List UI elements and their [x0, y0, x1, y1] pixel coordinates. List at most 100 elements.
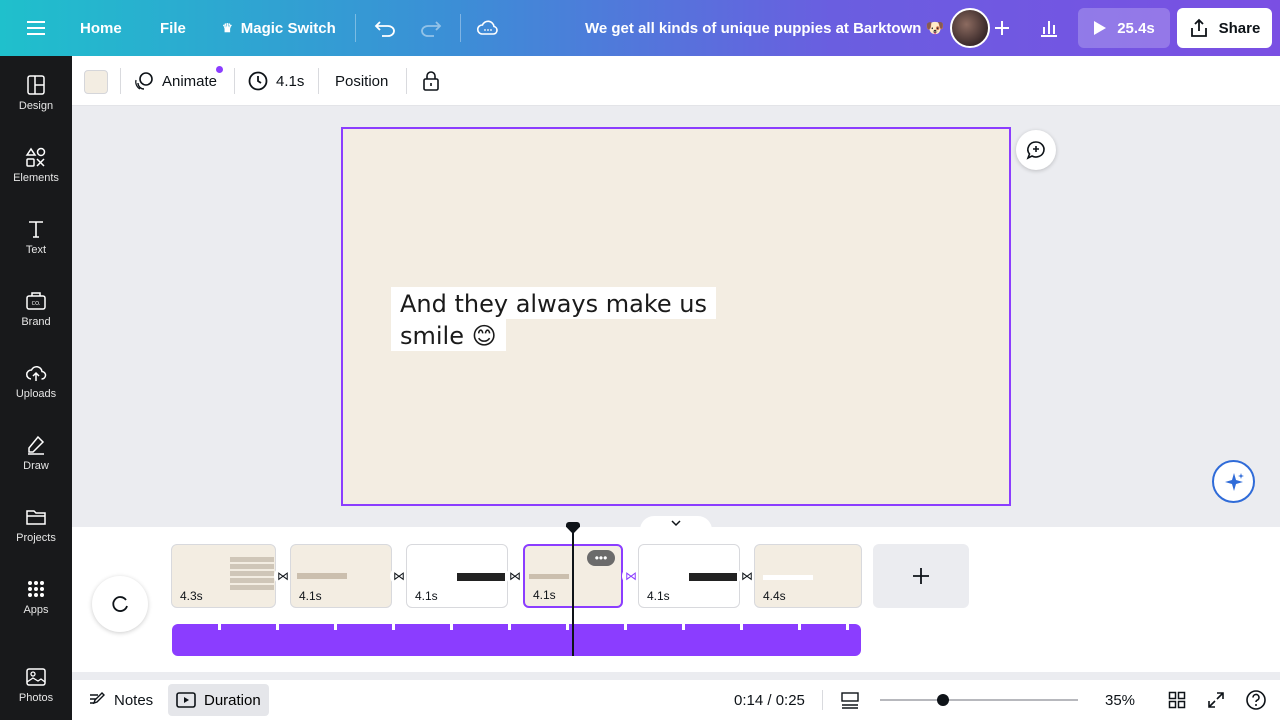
transition-icon: ⋈: [741, 569, 753, 583]
timeline-clip[interactable]: 4.1s: [290, 544, 392, 608]
magic-switch-label: Magic Switch: [240, 19, 336, 37]
help-icon: [1246, 690, 1266, 710]
clip-thumbnail: [529, 574, 569, 579]
duration-button[interactable]: Duration: [168, 684, 269, 716]
add-collaborator-button[interactable]: [984, 10, 1020, 46]
audio-marker: [846, 624, 849, 630]
insights-button[interactable]: [1031, 10, 1067, 46]
add-page-button[interactable]: [873, 544, 969, 608]
divider: [120, 68, 121, 94]
audio-marker: [798, 624, 801, 630]
audio-marker: [624, 624, 627, 630]
transition-icon: ⋈: [393, 569, 405, 583]
clip-duration: 4.4s: [763, 589, 786, 603]
playhead[interactable]: [572, 528, 574, 656]
help-button[interactable]: [1245, 680, 1267, 720]
apps-icon: [28, 581, 44, 597]
lock-button[interactable]: [422, 56, 440, 106]
plus-icon: [913, 568, 929, 584]
design-title[interactable]: We get all kinds of unique puppies at Ba…: [585, 0, 944, 56]
cloud-save-button[interactable]: [470, 10, 506, 46]
share-button[interactable]: Share: [1177, 8, 1272, 48]
expand-icon: [1208, 692, 1224, 708]
sidebar-item-elements[interactable]: Elements: [0, 133, 72, 197]
comment-icon: [1026, 141, 1045, 160]
animate-icon: [135, 72, 153, 90]
timeline-clip[interactable]: 4.1s: [406, 544, 508, 608]
audio-track[interactable]: [172, 624, 861, 656]
background-color-swatch[interactable]: [84, 70, 108, 94]
bar-chart-icon: [1041, 21, 1057, 37]
play-button[interactable]: 25.4s: [1078, 8, 1170, 48]
bottom-bar: Notes Duration 0:14 / 0:25 35%: [72, 680, 1280, 720]
menu-button[interactable]: [22, 0, 50, 56]
text-line-1: And they always make us: [391, 287, 716, 319]
zoom-level[interactable]: 35%: [1105, 680, 1135, 720]
clip-duration: 4.1s: [647, 589, 670, 603]
playback-time: 0:14 / 0:25: [734, 691, 805, 709]
clip-thumbnail: [689, 573, 737, 581]
sidebar-item-label: Apps: [23, 604, 49, 616]
zoom-slider-track[interactable]: [880, 699, 1078, 701]
cloud-icon: [476, 20, 498, 35]
clock-icon: [248, 71, 268, 91]
magic-assistant-button[interactable]: [1212, 460, 1255, 503]
audio-marker: [566, 624, 569, 630]
collapse-timeline-button[interactable]: [640, 516, 712, 530]
grid-icon: [1168, 691, 1186, 709]
grid-view-button[interactable]: [1168, 680, 1186, 720]
clip-thumbnail: [297, 573, 347, 579]
sidebar-item-projects[interactable]: Projects: [0, 493, 72, 557]
plus-icon: [995, 21, 1009, 35]
timeline-clip[interactable]: 4.1s: [638, 544, 740, 608]
fullscreen-button[interactable]: [1207, 680, 1225, 720]
undo-button[interactable]: [367, 10, 403, 46]
sidebar-item-brand[interactable]: CO. Brand: [0, 277, 72, 341]
clip-more-button[interactable]: •••: [587, 550, 615, 566]
audio-marker: [276, 624, 279, 630]
transition-icon: ⋈: [509, 569, 521, 583]
play-box-icon: [176, 692, 196, 708]
animate-button[interactable]: Animate: [134, 56, 217, 106]
divider: [234, 68, 235, 94]
divider: [406, 68, 407, 94]
layout-toggle-button[interactable]: [840, 680, 860, 720]
notes-label: Notes: [114, 691, 154, 709]
sidebar-item-design[interactable]: Design: [0, 61, 72, 125]
add-comment-button[interactable]: [1016, 130, 1056, 170]
design-icon: [27, 75, 45, 95]
audio-marker: [450, 624, 453, 630]
canvas-text[interactable]: And they always make us smile 😊: [391, 287, 716, 351]
redo-button[interactable]: [413, 10, 449, 46]
audio-marker: [682, 624, 685, 630]
hamburger-icon: [27, 21, 45, 35]
draw-icon: [28, 435, 45, 455]
magic-switch-button[interactable]: ♛ Magic Switch: [222, 0, 336, 56]
clip-duration: 4.1s: [415, 589, 438, 603]
file-button[interactable]: File: [160, 0, 186, 56]
design-canvas[interactable]: And they always make us smile 😊: [341, 127, 1011, 506]
transition-button[interactable]: ⋈: [506, 567, 524, 585]
sidebar-item-draw[interactable]: Draw: [0, 421, 72, 485]
timeline-clip[interactable]: 4.4s: [754, 544, 862, 608]
undo-icon: [374, 21, 395, 37]
play-duration: 25.4s: [1117, 19, 1155, 37]
divider: [460, 14, 461, 42]
sidebar-item-text[interactable]: Text: [0, 205, 72, 269]
zoom-slider-handle[interactable]: [937, 694, 950, 706]
notes-button[interactable]: Notes: [88, 680, 153, 720]
uploads-icon: [26, 365, 47, 381]
sidebar-item-photos[interactable]: Photos: [0, 653, 72, 717]
home-button[interactable]: Home: [80, 0, 122, 56]
redo-icon: [421, 21, 442, 37]
position-button[interactable]: Position: [335, 56, 388, 106]
transition-icon: ⋈: [277, 569, 289, 583]
audio-marker: [508, 624, 511, 630]
sidebar-item-apps[interactable]: Apps: [0, 565, 72, 629]
timeline-clip[interactable]: 4.3s: [171, 544, 276, 608]
timing-button[interactable]: 4.1s: [248, 56, 304, 106]
sidebar-item-label: Uploads: [15, 388, 57, 400]
text-icon: [29, 221, 43, 238]
lock-icon: [423, 71, 439, 91]
sidebar-item-uploads[interactable]: Uploads: [0, 349, 72, 413]
